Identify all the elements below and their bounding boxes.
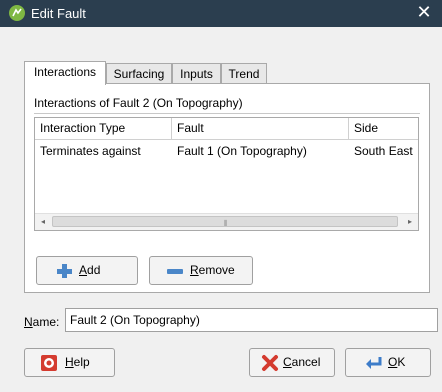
scroll-right-icon[interactable]: ▸ [402, 214, 418, 230]
ok-button[interactable]: OK [345, 348, 431, 377]
name-label: Name: [24, 315, 60, 329]
interactions-panel: Interactions of Fault 2 (On Topography) … [24, 83, 430, 293]
scroll-thumb[interactable]: ⦀ [52, 216, 398, 228]
group-divider [34, 113, 420, 114]
add-label: Add [79, 263, 101, 277]
interactions-table[interactable]: Interaction Type Fault Side Terminates a… [34, 117, 419, 231]
help-button[interactable]: Help [24, 348, 115, 377]
column-header-interaction-type[interactable]: Interaction Type [35, 118, 172, 139]
app-logo-icon [9, 5, 25, 21]
ok-label: OK [388, 355, 406, 369]
add-button[interactable]: Add [36, 256, 138, 285]
table-header: Interaction Type Fault Side [35, 118, 418, 140]
cancel-button[interactable]: Cancel [249, 348, 335, 377]
help-lifebuoy-icon [40, 354, 58, 372]
name-field[interactable] [65, 308, 438, 332]
remove-label: Remove [190, 263, 235, 277]
cancel-label: Cancel [283, 355, 321, 369]
remove-icon [166, 262, 184, 280]
cell-fault: Fault 1 (On Topography) [177, 144, 307, 158]
scroll-grip-icon: ⦀ [224, 219, 228, 228]
close-icon[interactable]: ✕ [414, 3, 434, 23]
add-icon [55, 262, 73, 280]
edit-fault-dialog: Edit Fault ✕ Interactions Surfacing Inpu… [0, 0, 442, 392]
title-bar: Edit Fault ✕ [0, 0, 442, 27]
remove-button[interactable]: Remove [149, 256, 253, 285]
tab-trend[interactable]: Trend [221, 63, 267, 83]
cell-side: South East [354, 144, 413, 158]
scroll-left-icon[interactable]: ◂ [35, 214, 51, 230]
cell-interaction-type: Terminates against [40, 144, 141, 158]
ok-enter-arrow-icon [365, 354, 383, 372]
group-label: Interactions of Fault 2 (On Topography) [34, 96, 243, 110]
cancel-x-icon [261, 354, 279, 372]
column-header-fault[interactable]: Fault [172, 118, 349, 139]
tab-interactions[interactable]: Interactions [24, 61, 106, 85]
tab-surfacing[interactable]: Surfacing [106, 63, 172, 83]
help-label: Help [65, 355, 90, 369]
horizontal-scrollbar[interactable]: ◂ ⦀ ▸ [35, 213, 418, 230]
window-title: Edit Fault [31, 6, 86, 21]
column-header-side[interactable]: Side [349, 118, 418, 139]
tab-inputs[interactable]: Inputs [172, 63, 221, 83]
